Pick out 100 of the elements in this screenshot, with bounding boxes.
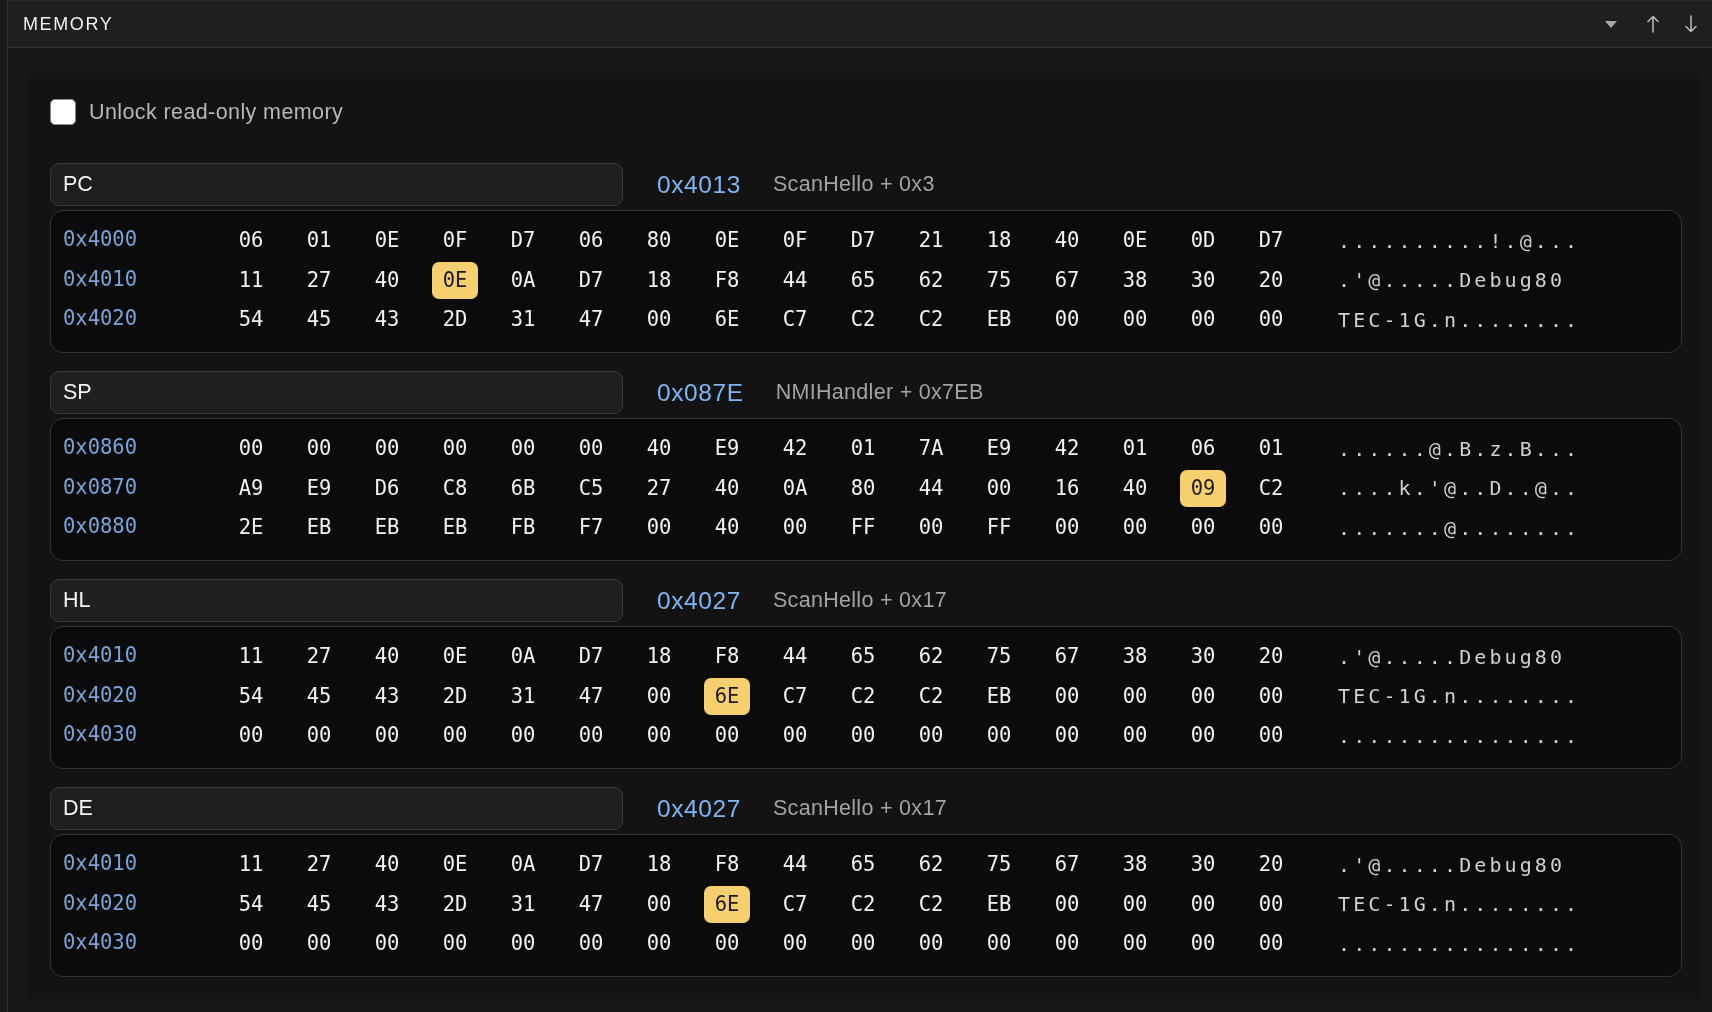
hex-byte: 00 (1054, 891, 1080, 917)
hex-byte: 18 (646, 644, 672, 670)
hex-byte: 45 (306, 683, 332, 709)
hex-byte: 30 (1190, 644, 1216, 670)
hex-byte: 2D (442, 891, 468, 917)
hex-byte: 75 (986, 852, 1012, 878)
register-field[interactable]: SP (50, 371, 623, 414)
hex-byte: 00 (1190, 723, 1216, 749)
ascii-text: TEC-1G.n........ (1338, 307, 1581, 332)
hex-byte: 62 (918, 644, 944, 670)
hex-byte: 62 (918, 267, 944, 293)
hex-byte: 54 (238, 683, 264, 709)
hex-byte: 67 (1054, 852, 1080, 878)
hex-byte: 21 (918, 228, 944, 254)
hex-byte: EB (306, 515, 332, 541)
ascii-text: .'@.....Debug80 (1338, 268, 1566, 293)
pointer-address: 0x4013 (657, 170, 741, 199)
hex-byte: 6E (703, 885, 751, 923)
hex-byte: 40 (1054, 228, 1080, 254)
hex-byte: 00 (510, 931, 536, 957)
hex-byte: 18 (986, 228, 1012, 254)
hex-byte: FB (510, 515, 536, 541)
hex-byte: 00 (1054, 307, 1080, 333)
row-address: 0x4030 (63, 930, 139, 955)
arrow-up-icon[interactable] (1647, 15, 1659, 33)
ascii-text: ..........!.@... (1338, 228, 1581, 253)
hex-byte: 00 (238, 723, 264, 749)
hex-byte: 0E (714, 228, 740, 254)
checkbox[interactable] (50, 99, 76, 125)
hex-byte: 00 (918, 515, 944, 541)
hex-byte: 00 (1190, 307, 1216, 333)
hex-byte: 43 (374, 891, 400, 917)
arrow-down-icon[interactable] (1685, 15, 1697, 33)
hex-byte: 00 (646, 891, 672, 917)
hex-byte: 0A (510, 852, 536, 878)
symbol-offset: NMIHandler + 0x7EB (775, 380, 984, 405)
hex-byte: 54 (238, 891, 264, 917)
hex-byte: 20 (1258, 852, 1284, 878)
hex-byte: C8 (442, 475, 468, 501)
hex-byte: 06 (238, 228, 264, 254)
hex-byte: 00 (1122, 723, 1148, 749)
hex-byte: 00 (782, 515, 808, 541)
symbol-offset: ScanHello + 0x17 (773, 588, 947, 613)
hex-byte: 00 (442, 436, 468, 462)
hex-byte: 00 (1054, 683, 1080, 709)
hex-byte: D7 (578, 644, 604, 670)
hex-byte: D7 (510, 228, 536, 254)
hex-byte: 00 (374, 723, 400, 749)
hex-byte: 18 (646, 852, 672, 878)
hex-byte: 00 (238, 931, 264, 957)
hex-byte: 40 (374, 267, 400, 293)
row-address: 0x4030 (63, 722, 139, 747)
hex-byte: 40 (374, 644, 400, 670)
caret-icon[interactable] (1605, 20, 1617, 28)
hex-byte: 7A (918, 436, 944, 462)
ascii-text: TEC-1G.n........ (1338, 684, 1581, 709)
hex-byte: 00 (986, 475, 1012, 501)
hex-byte: 0A (510, 267, 536, 293)
hex-byte: 44 (782, 644, 808, 670)
hex-byte: 00 (782, 931, 808, 957)
hex-byte: 00 (646, 683, 672, 709)
hex-byte: 2D (442, 683, 468, 709)
hex-byte: 00 (578, 931, 604, 957)
hex-byte: 0A (782, 475, 808, 501)
hex-byte: 00 (782, 723, 808, 749)
hex-byte: 00 (1122, 931, 1148, 957)
ascii-text: .'@.....Debug80 (1338, 644, 1566, 669)
hex-byte: 00 (1054, 931, 1080, 957)
hex-byte: 38 (1122, 852, 1148, 878)
hex-byte: 44 (782, 852, 808, 878)
hex-byte: 47 (578, 891, 604, 917)
hex-byte: 0A (510, 644, 536, 670)
hex-byte: 00 (1258, 515, 1284, 541)
hex-byte: 45 (306, 307, 332, 333)
hex-byte: 00 (1258, 683, 1284, 709)
hex-byte: 0D (1190, 228, 1216, 254)
ascii-text: ....k.'@..D..@.. (1338, 476, 1581, 501)
hex-byte: 67 (1054, 267, 1080, 293)
hex-byte: EB (374, 515, 400, 541)
hex-byte: 00 (510, 723, 536, 749)
hex-byte: 01 (850, 436, 876, 462)
hex-byte: 27 (646, 475, 672, 501)
hex-byte: 75 (986, 267, 1012, 293)
hex-byte: D7 (850, 228, 876, 254)
hex-byte: 75 (986, 644, 1012, 670)
hex-byte: EB (986, 683, 1012, 709)
hex-byte: 00 (918, 931, 944, 957)
hex-byte: 00 (646, 515, 672, 541)
hex-byte: 00 (1258, 307, 1284, 333)
hex-byte: 6E (703, 677, 751, 715)
hex-byte: 47 (578, 683, 604, 709)
hex-byte: 00 (714, 931, 740, 957)
ascii-text: ................ (1338, 931, 1581, 956)
hex-byte: D7 (1258, 228, 1284, 254)
register-field[interactable]: DE (50, 787, 623, 830)
register-field[interactable]: HL (50, 579, 623, 622)
hex-byte: 47 (578, 307, 604, 333)
register-field[interactable]: PC (50, 163, 623, 206)
hex-byte: 40 (1122, 475, 1148, 501)
hex-byte: 00 (1190, 515, 1216, 541)
